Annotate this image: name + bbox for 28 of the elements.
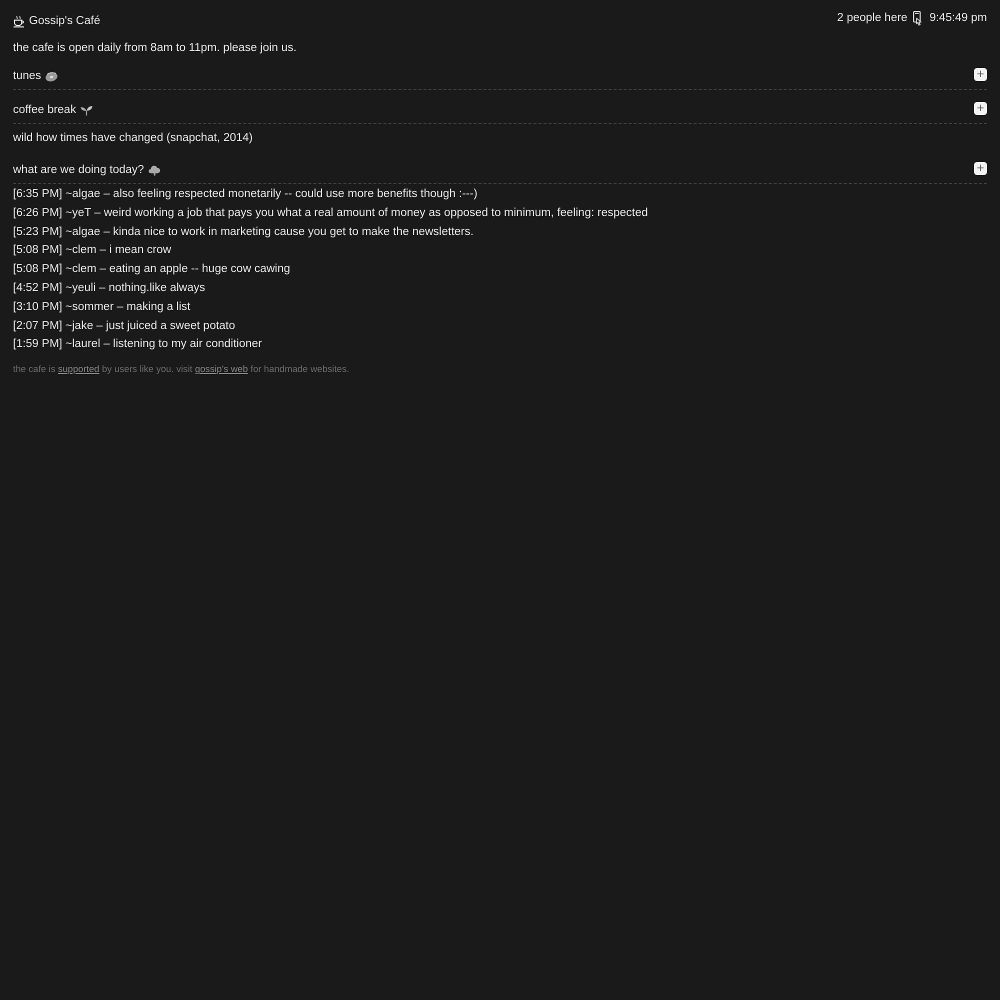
footer-link[interactable]: supported — [58, 364, 100, 374]
expand-button[interactable]: + — [974, 102, 987, 114]
notice-text: the cafe is open daily from 8am to 11pm. please join us. — [13, 41, 298, 56]
expand-button[interactable]: + — [974, 68, 987, 80]
chat-message: [5:23 PM] ~algae – kinda nice to work in marketing cause you get to make the newsletters. — [13, 224, 475, 240]
phone-cursor-icon — [913, 10, 924, 26]
seedling-icon — [80, 104, 94, 116]
cloud-icon — [148, 164, 162, 176]
clock-time: 9:45:49 pm — [929, 12, 987, 24]
section-title: what are we doing today? — [13, 163, 144, 177]
footer-text: the cafe is supported by users like you. visit gossip's web for handmade websites. — [13, 363, 350, 376]
site-title: Gossip's Café — [29, 14, 100, 28]
chat-message: [6:26 PM] ~yeT – weird working a job that pays you what a real amount of money as opposed to minimum, feeling: respected — [13, 206, 649, 221]
chat-message: [1:59 PM] ~laurel – listening to my air conditioner — [13, 337, 263, 352]
disc-icon — [45, 70, 58, 82]
section-text: wild how times have changed (snapchat, 2014) — [13, 131, 253, 145]
chat-message: [2:07 PM] ~jake – just juiced a sweet potato — [13, 318, 236, 334]
coffee-cup-icon — [13, 14, 25, 28]
section-title: coffee break — [13, 103, 76, 117]
footer-link[interactable]: gossip's web — [194, 364, 248, 374]
chat-message: [6:35 PM] ~algae – also feeling respected monetarily -- could use more benefits though :---) — [13, 187, 478, 202]
chat-message: [5:08 PM] ~clem – eating an apple -- huge cow cawing — [13, 262, 292, 278]
section-title: tunes — [13, 69, 42, 83]
people-count: 2 people here — [837, 12, 908, 24]
chat-message: [4:52 PM] ~yeuli – nothing.like always — [13, 280, 206, 296]
expand-button[interactable]: + — [974, 162, 987, 174]
chat-message: [3:10 PM] ~sommer – making a list — [13, 300, 192, 315]
chat-message: [5:08 PM] ~clem – i mean crow — [13, 243, 172, 258]
